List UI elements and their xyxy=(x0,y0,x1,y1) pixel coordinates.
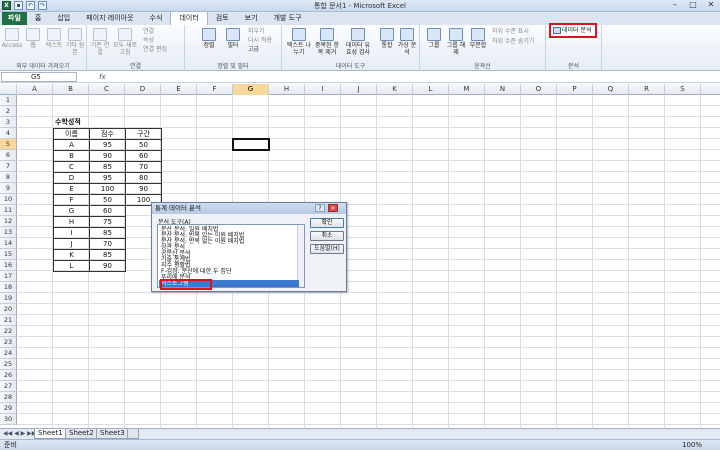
sheet-heading[interactable]: 수학성적 xyxy=(55,117,81,128)
sheet-tab-sheet1[interactable]: Sheet1 xyxy=(34,429,67,439)
score-cell[interactable]: 90 xyxy=(89,260,126,272)
zoom-level[interactable]: 100% xyxy=(682,440,702,450)
close-icon[interactable]: ✕ xyxy=(328,204,338,212)
sheet-tab-sheet3[interactable]: Sheet3 xyxy=(96,429,129,439)
histogram-highlight xyxy=(160,279,212,290)
name-cell[interactable]: L xyxy=(53,260,90,272)
sheet-nav-arrows-icon[interactable]: ◀◀ ◀ ▶ ▶▶ xyxy=(3,430,36,437)
status-bar: 준비 100% xyxy=(0,439,720,450)
insert-sheet-icon[interactable] xyxy=(127,429,139,439)
status-ready: 준비 xyxy=(4,441,17,449)
sheet-tab-sheet2[interactable]: Sheet2 xyxy=(65,429,98,439)
active-cell-g5[interactable] xyxy=(232,138,270,151)
ok-button[interactable]: 확인 xyxy=(310,218,344,228)
help-button[interactable]: 도움말(H) xyxy=(310,244,344,254)
help-icon[interactable]: ? xyxy=(315,204,325,212)
sheet-tab-bar: ◀◀ ◀ ▶ ▶▶ Sheet1 Sheet2 Sheet3 xyxy=(0,428,720,439)
list-scrollbar[interactable] xyxy=(297,225,304,287)
cancel-button[interactable]: 취소 xyxy=(310,231,344,241)
data-analysis-dialog: 통계 데이터 분석 ? ✕ 분석 도구(A) 분산 분석: 일원 배치법 분산 분… xyxy=(151,202,347,292)
